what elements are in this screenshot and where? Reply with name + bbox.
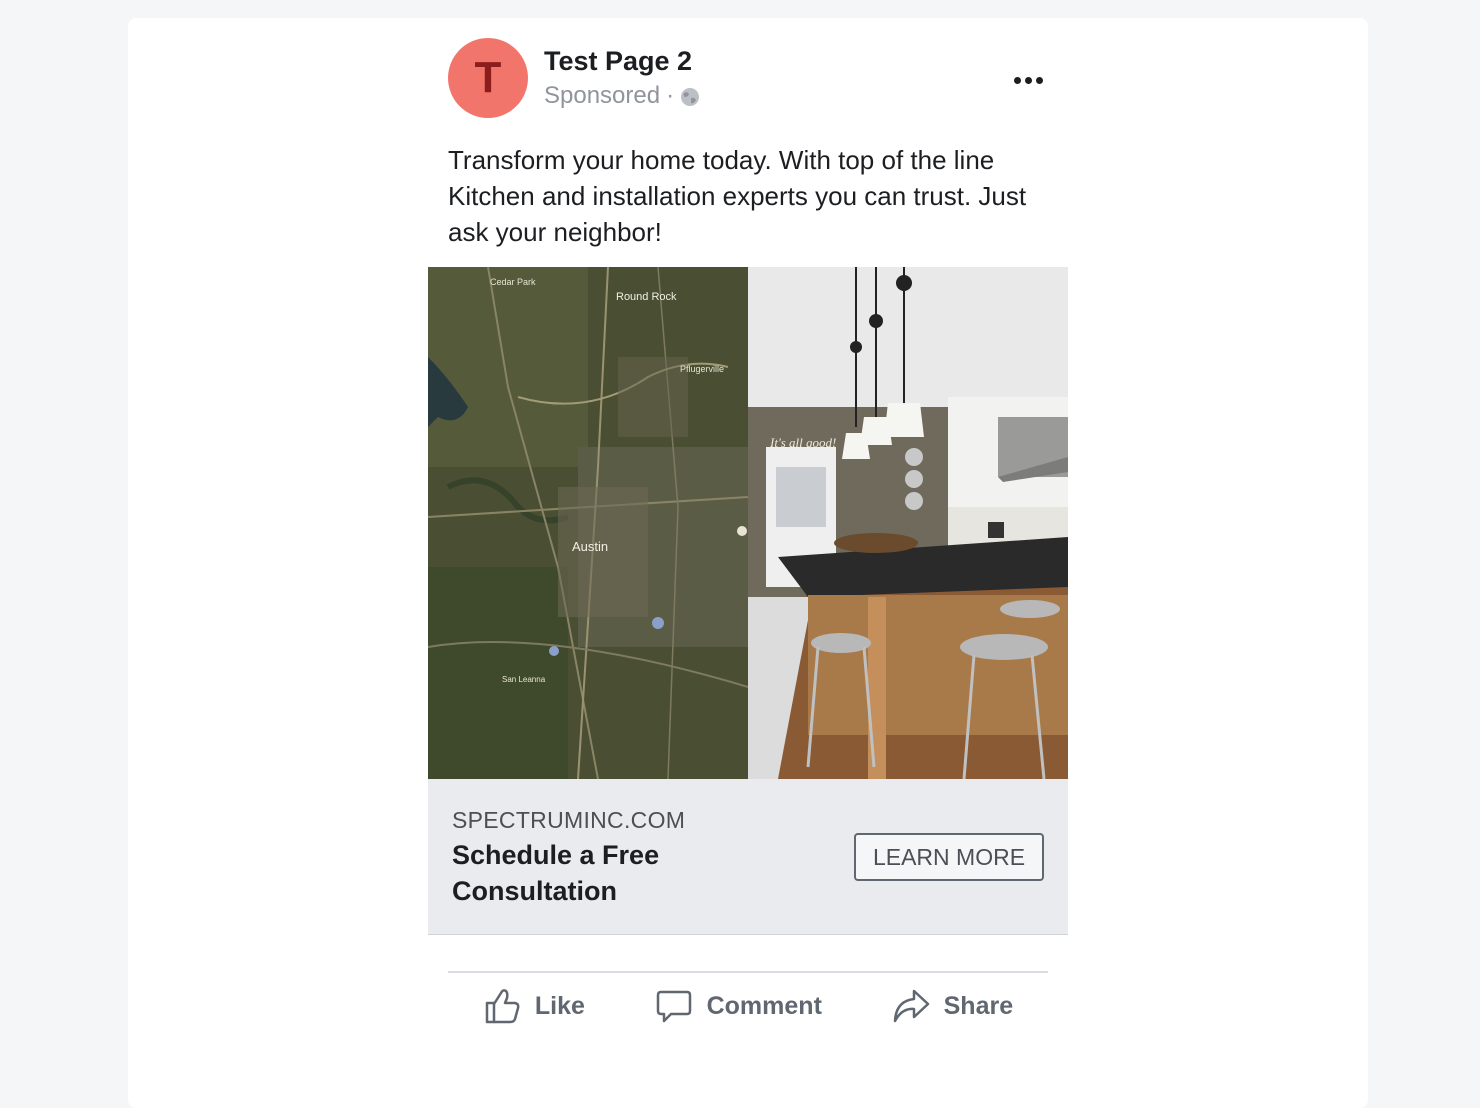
post-meta: Sponsored · bbox=[544, 82, 700, 110]
post-actions: Like Comment Share bbox=[448, 978, 1048, 1034]
post-body-text: Transform your home today. With top of t… bbox=[448, 145, 1027, 247]
actions-divider bbox=[448, 971, 1048, 973]
sponsored-label[interactable]: Sponsored bbox=[544, 82, 660, 110]
meta-separator: · bbox=[666, 82, 675, 109]
page-name[interactable]: Test Page 2 bbox=[544, 46, 692, 77]
like-button[interactable]: Like bbox=[483, 987, 585, 1025]
kitchen-image: It's all good! bbox=[748, 267, 1068, 779]
share-icon bbox=[892, 987, 930, 1025]
post-header: T Test Page 2 Sponsored · bbox=[448, 38, 1048, 120]
more-options-icon[interactable] bbox=[1008, 70, 1048, 90]
share-label: Share bbox=[943, 991, 1014, 1020]
map-label-san-leanna: San Leanna bbox=[502, 675, 546, 684]
avatar[interactable]: T bbox=[448, 38, 528, 118]
comment-label: Comment bbox=[706, 991, 822, 1020]
learn-more-button[interactable]: LEARN MORE bbox=[854, 833, 1044, 881]
globe-icon bbox=[680, 86, 700, 106]
link-domain: SPECTRUMINC.COM bbox=[452, 807, 686, 833]
kitchen-sign: It's all good! bbox=[769, 435, 836, 450]
link-preview[interactable]: SPECTRUMINC.COM Schedule a Free Consulta… bbox=[428, 779, 1068, 935]
map-label-pflugerville: Pflugerville bbox=[680, 364, 724, 374]
comment-icon bbox=[655, 987, 693, 1025]
map-label-round-rock: Round Rock bbox=[616, 291, 677, 303]
map-label-austin: Austin bbox=[572, 539, 608, 554]
map-image: Cedar Park Round Rock Pflugerville Austi… bbox=[428, 267, 748, 779]
link-headline[interactable]: Schedule a Free Consultation bbox=[452, 837, 772, 909]
map-label-cedar-park: Cedar Park bbox=[490, 277, 536, 287]
share-button[interactable]: Share bbox=[892, 987, 1013, 1025]
like-icon bbox=[483, 987, 521, 1025]
avatar-letter: T bbox=[474, 53, 502, 102]
post-card: T Test Page 2 Sponsored · Transform your… bbox=[128, 18, 1368, 1108]
post-media[interactable]: Cedar Park Round Rock Pflugerville Austi… bbox=[428, 267, 1068, 779]
comment-button[interactable]: Comment bbox=[655, 987, 822, 1025]
like-label: Like bbox=[534, 991, 585, 1020]
